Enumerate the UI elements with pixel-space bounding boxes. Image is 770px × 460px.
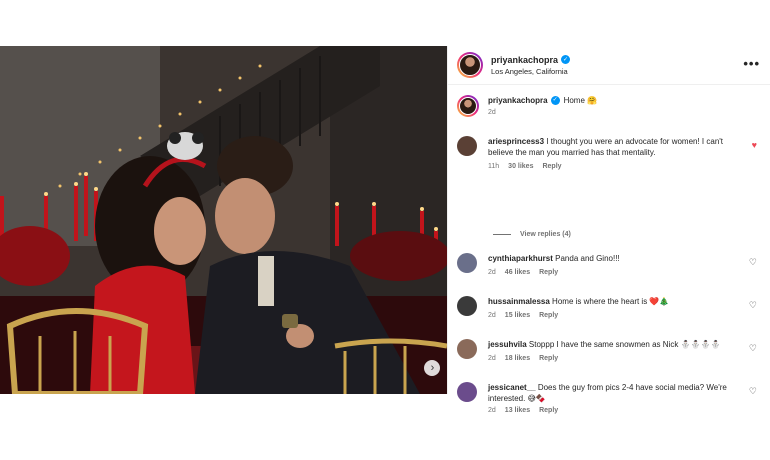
post-location[interactable]: Los Angeles, California [491,67,570,76]
instagram-post: › priyankachopra ✓ Los Angeles, Californ… [0,46,770,414]
caption-time: 2d [488,109,496,116]
comment-time: 2d [488,269,496,276]
comment-time: 2d [488,312,496,319]
comment-text: Home is where the heart is ❤️🎄 [552,297,670,306]
view-replies-button[interactable]: View replies (4) [493,231,571,238]
more-options-icon[interactable]: ••• [743,56,760,71]
comment-item: jessicanet__ Does the guy from pics 2-4 … [457,382,762,414]
comment-time: 11h [488,163,500,170]
commenter-avatar[interactable] [457,296,477,316]
comment-likes[interactable]: 30 likes [508,163,533,170]
reply-button[interactable]: Reply [539,355,558,362]
commenter-avatar[interactable] [457,253,477,273]
post-header: priyankachopra ✓ Los Angeles, California… [448,46,770,85]
commenter-avatar[interactable] [457,382,477,402]
heart-outline-icon[interactable]: ♡ [749,344,757,353]
comment-likes[interactable]: 13 likes [505,407,530,414]
view-replies-divider [493,234,511,235]
caption: priyankachopra ✓ Home 🤗 2d [457,95,762,117]
caption-username[interactable]: priyankachopra [488,95,548,106]
comment-time: 2d [488,355,496,362]
comment-item: jessuhvila Stoppp I have the same snowme… [457,339,762,362]
post-photo[interactable]: › [0,46,447,394]
comment-item: hussainmalessa Home is where the heart i… [457,296,762,319]
comment-username[interactable]: cynthiaparkhurst [488,254,553,263]
author-username[interactable]: priyankachopra [491,55,558,65]
caption-text: Home 🤗 [563,96,598,105]
reply-button[interactable]: Reply [539,312,558,319]
comment-username[interactable]: hussainmalessa [488,297,550,306]
view-replies-label: View replies (4) [520,231,571,238]
comment-username[interactable]: jessuhvila [488,340,527,349]
caption-avatar[interactable] [457,95,479,117]
comment-item: cynthiaparkhurst Panda and Gino!!! 2d 46… [457,253,762,276]
commenter-avatar[interactable] [457,136,477,156]
comment-likes[interactable]: 15 likes [505,312,530,319]
comment-likes[interactable]: 46 likes [505,269,530,276]
comment-text: Panda and Gino!!! [555,254,620,263]
reply-button[interactable]: Reply [542,163,561,170]
comment-item: ariesprincess3 I thought you were an adv… [457,136,762,170]
comment-text: Stoppp I have the same snowmen as Nick ⛄… [528,340,721,349]
comment-likes[interactable]: 18 likes [505,355,530,362]
heart-outline-icon[interactable]: ♡ [749,301,757,310]
verified-badge-icon: ✓ [550,96,560,105]
commenter-avatar[interactable] [457,339,477,359]
reply-button[interactable]: Reply [539,269,558,276]
verified-badge-icon: ✓ [561,55,571,64]
comment-time: 2d [488,407,496,414]
heart-outline-icon[interactable]: ♡ [749,387,757,396]
next-photo-button[interactable]: › [424,360,440,376]
author-avatar[interactable] [457,52,483,78]
post-side-panel: priyankachopra ✓ Los Angeles, California… [447,46,770,414]
heart-filled-icon[interactable]: ♥ [752,141,757,150]
photo-illustration [0,46,447,394]
chevron-right-icon: › [430,361,435,374]
heart-outline-icon[interactable]: ♡ [749,258,757,267]
comment-username[interactable]: ariesprincess3 [488,137,544,146]
comment-username[interactable]: jessicanet__ [488,383,536,392]
reply-button[interactable]: Reply [539,407,558,414]
